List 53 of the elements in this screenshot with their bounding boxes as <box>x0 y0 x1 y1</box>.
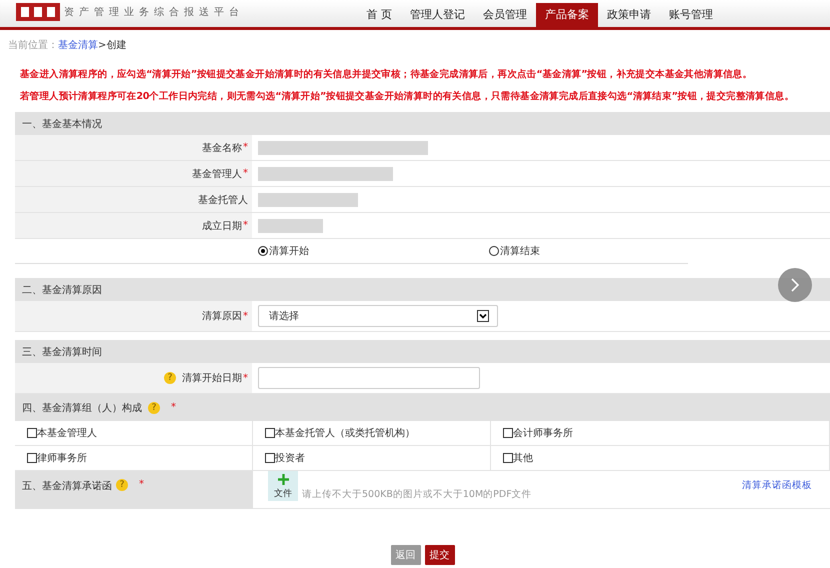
nav-tab[interactable]: 首 页 <box>358 3 401 27</box>
radio-option[interactable]: 清算开始 <box>258 244 309 258</box>
checkbox-option[interactable]: 投资者 <box>253 446 491 471</box>
checkbox-option[interactable]: 其他 <box>491 446 830 471</box>
required-mark: * <box>139 479 144 490</box>
nav-tab[interactable]: 账号管理 <box>660 3 722 27</box>
required-mark: * <box>171 402 176 413</box>
field-label: 基金托管人 <box>198 194 248 206</box>
notice-text: 若管理人预计清算程序可在20个工作日内完结，则无需勾选“清算开始”按钮提交基金开始清算时的有关信息，只需待基金清算完成后直接勾选“清算结束”按钮，提交完整清算信息。 <box>20 90 795 103</box>
redacted-value <box>258 218 323 232</box>
field-label: 成立日期 <box>202 220 242 232</box>
section-title: 一、基金基本情况 <box>22 118 102 130</box>
logo-icon <box>16 1 60 23</box>
platform-title: 资产管理业务综合报送平台 <box>64 6 244 19</box>
nav-tab[interactable]: 政策申请 <box>598 3 660 27</box>
breadcrumb-current: 创建 <box>106 40 126 51</box>
section-title: 五、基金清算承诺函 <box>22 480 112 493</box>
checkbox-option[interactable]: 会计师事务所 <box>491 421 830 446</box>
help-icon[interactable]: ? <box>164 372 176 384</box>
reason-select[interactable]: 请选择 <box>258 305 498 327</box>
next-button[interactable] <box>778 268 812 302</box>
date-input[interactable] <box>258 367 480 389</box>
breadcrumb-link[interactable]: 基金清算 <box>58 40 98 51</box>
upload-hint: 请上传不大于500KB的图片或不大于10M的PDF文件 <box>302 488 532 501</box>
required-mark: * <box>243 142 248 153</box>
upload-button[interactable]: 文件 <box>268 471 298 501</box>
template-link[interactable]: 清算承诺函模板 <box>742 479 812 492</box>
breadcrumb-separator: > <box>98 40 106 51</box>
nav-tab[interactable]: 管理人登记 <box>401 3 474 27</box>
submit-button[interactable]: 提交 <box>424 545 454 565</box>
field-label: 基金名称 <box>202 142 242 154</box>
checkbox-option[interactable]: 本基金托管人（或类托管机构） <box>253 421 491 446</box>
required-mark: * <box>243 310 248 322</box>
field-label: 清算原因 <box>202 310 242 323</box>
required-mark: * <box>243 372 248 384</box>
required-mark: * <box>243 220 248 231</box>
section-title: 二、基金清算原因 <box>22 284 102 296</box>
section-title: 四、基金清算组（人）构成 <box>22 402 142 414</box>
help-icon[interactable]: ? <box>116 479 128 491</box>
field-label: 基金管理人 <box>192 168 242 180</box>
radio-option[interactable]: 清算结束 <box>489 244 540 258</box>
chevron-right-icon <box>790 277 800 293</box>
nav-tab[interactable]: 会员管理 <box>474 3 536 27</box>
caret-icon <box>477 310 489 322</box>
required-mark: * <box>243 168 248 179</box>
checkbox-option[interactable]: 本基金管理人 <box>15 421 253 446</box>
field-label: 清算开始日期 <box>182 372 242 385</box>
nav-tab[interactable]: 产品备案 <box>536 3 598 27</box>
notice-text: 基金进入清算程序的，应勾选“清算开始”按钮提交基金开始清算时的有关信息并提交审核；待基金完成清算后，再次点击“基金清算”按钮，补充提交本基金其他清算信息。 <box>20 68 754 81</box>
plus-icon <box>278 474 288 485</box>
help-icon[interactable]: ? <box>148 402 160 414</box>
section-title: 三、基金清算时间 <box>22 346 102 358</box>
breadcrumb-label: 当前位置： <box>8 40 58 51</box>
